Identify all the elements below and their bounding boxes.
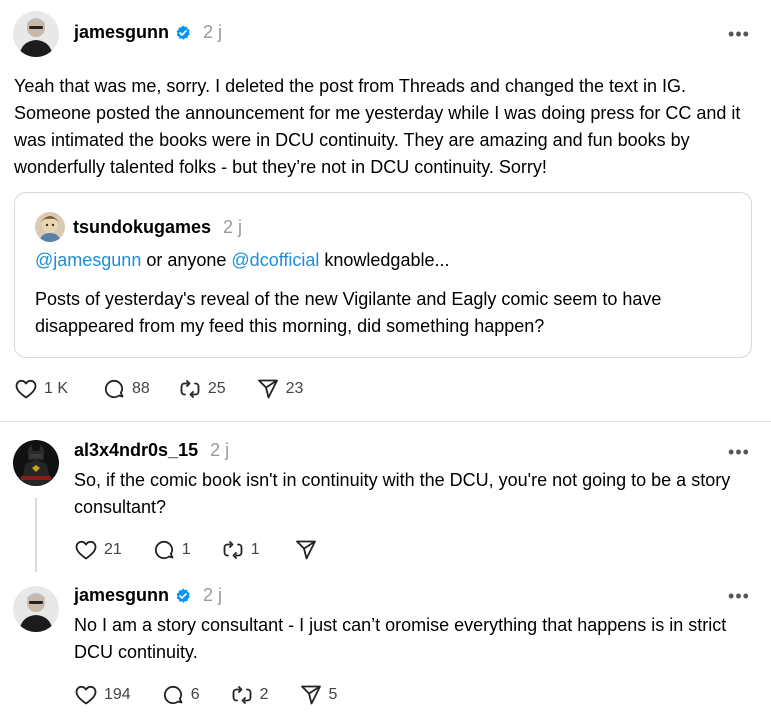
comment-icon <box>104 379 124 399</box>
reply-count: 88 <box>132 380 150 397</box>
quoted-tail-text: knowledgable... <box>319 250 450 270</box>
username[interactable]: al3x4ndr0s_15 <box>74 440 198 461</box>
share-button[interactable] <box>294 538 318 562</box>
quoted-avatar[interactable] <box>35 212 65 242</box>
reply-button[interactable]: 88 <box>102 377 150 401</box>
quoted-header: tsundokugames 2 j <box>73 217 242 238</box>
comment-icon <box>154 540 174 560</box>
avatar[interactable] <box>13 586 59 632</box>
avatar[interactable] <box>13 440 59 486</box>
repost-icon <box>180 380 200 398</box>
heart-icon <box>15 379 37 399</box>
verified-badge-icon <box>176 25 190 40</box>
reply-count: 1 <box>181 541 191 558</box>
repost-count: 25 <box>207 380 226 397</box>
like-count: 194 <box>104 686 131 703</box>
mention-jamesgunn[interactable]: @jamesgunn <box>35 250 141 270</box>
reply-button[interactable]: 6 <box>161 683 200 707</box>
heart-icon <box>75 540 97 560</box>
reply-post: al3x4ndr0s_15 2 j ••• So, if the comic b… <box>0 422 771 574</box>
reply-header: jamesgunn 2 j <box>74 585 222 606</box>
more-icon[interactable]: ••• <box>728 24 749 44</box>
heart-icon <box>75 685 97 705</box>
like-button[interactable]: 21 <box>74 538 122 562</box>
repost-button[interactable]: 25 <box>178 377 226 401</box>
main-post: jamesgunn 2 j ••• Yeah that was me, sorr… <box>0 0 771 421</box>
more-icon[interactable]: ••• <box>728 442 749 462</box>
quoted-first-line: @jamesgunn or anyone @dcofficial knowled… <box>35 247 735 274</box>
repost-icon <box>223 541 243 559</box>
avatar[interactable] <box>13 11 59 57</box>
reply-text: So, if the comic book isn't in continuit… <box>74 470 731 517</box>
share-count: 5 <box>328 686 338 703</box>
username[interactable]: jamesgunn <box>74 585 169 606</box>
post-header: jamesgunn 2 j <box>74 22 222 43</box>
repost-count: 1 <box>250 541 260 558</box>
quoted-timestamp: 2 j <box>223 217 243 237</box>
reply-button[interactable]: 1 <box>152 538 191 562</box>
send-icon <box>257 379 278 399</box>
like-count: 1 K <box>44 380 69 397</box>
quoted-text: Posts of yesterday's reveal of the new V… <box>35 289 662 336</box>
timestamp: 2 j <box>210 440 230 460</box>
share-button[interactable]: 5 <box>299 683 338 707</box>
send-icon <box>300 685 321 705</box>
quoted-post[interactable]: tsundokugames 2 j @jamesgunn or anyone @… <box>14 192 752 358</box>
timestamp: 2 j <box>203 22 223 42</box>
like-count: 21 <box>104 541 122 558</box>
verified-badge-icon <box>176 588 190 603</box>
reply-actions: 21 1 1 <box>74 538 318 562</box>
comment-icon <box>163 685 183 705</box>
post-actions: 1 K 88 25 23 <box>14 377 303 401</box>
share-count: 23 <box>285 380 304 397</box>
repost-count: 2 <box>259 686 269 703</box>
more-icon[interactable]: ••• <box>728 586 749 606</box>
share-button[interactable]: 23 <box>256 377 304 401</box>
send-icon <box>295 540 316 560</box>
username[interactable]: jamesgunn <box>74 22 169 43</box>
quoted-mid-text: or anyone <box>141 250 232 270</box>
thread-line <box>35 498 37 572</box>
quoted-username[interactable]: tsundokugames <box>73 217 211 238</box>
repost-button[interactable]: 2 <box>230 683 269 707</box>
repost-icon <box>232 686 252 704</box>
like-button[interactable]: 194 <box>74 683 131 707</box>
reply-post: jamesgunn 2 j ••• No I am a story consul… <box>0 574 771 719</box>
reply-header: al3x4ndr0s_15 2 j <box>74 440 229 461</box>
mention-dcofficial[interactable]: @dcofficial <box>231 250 319 270</box>
reply-text: No I am a story consultant - I just can’… <box>74 615 727 662</box>
reply-count: 6 <box>190 686 200 703</box>
reply-actions: 194 6 2 5 <box>74 683 337 707</box>
timestamp: 2 j <box>203 585 223 605</box>
like-button[interactable]: 1 K <box>14 377 68 401</box>
repost-button[interactable]: 1 <box>221 538 260 562</box>
post-text: Yeah that was me, sorry. I deleted the p… <box>14 76 741 177</box>
